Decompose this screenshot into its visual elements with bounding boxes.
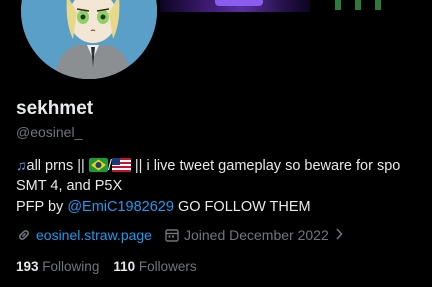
bio-line-1: ♫all prns || / || i live tweet gameplay … — [16, 155, 432, 176]
avatar[interactable] — [18, 0, 160, 82]
brazil-flag-icon — [88, 158, 108, 172]
bio-line-2: SMT 4, and P5X — [16, 178, 123, 194]
following-label: Following — [42, 259, 100, 274]
follow-stats: 193 Following 110 Followers — [16, 259, 197, 274]
mention-link[interactable]: @EmiC1982629 — [67, 199, 174, 215]
banner-shape — [375, 0, 381, 10]
bio-text: GO FOLLOW THEM — [173, 199, 311, 215]
avatar-illustration — [21, 0, 157, 79]
following-count: 193 — [16, 259, 39, 274]
website-link[interactable]: eosinel.straw.page — [36, 227, 152, 243]
following-link[interactable]: 193 Following — [16, 259, 99, 274]
profile-meta: eosinel.straw.page Joined December 2022 — [16, 227, 343, 243]
followers-link[interactable]: 110 Followers — [113, 259, 196, 274]
banner-shape — [335, 0, 341, 10]
joined-date[interactable]: Joined December 2022 — [184, 227, 329, 243]
display-name: sekhmet — [16, 98, 94, 119]
followers-label: Followers — [138, 259, 197, 274]
chevron-right-icon[interactable] — [335, 227, 343, 243]
bio-text: all prns || — [26, 158, 89, 174]
user-handle: @eosinel_ — [16, 124, 83, 140]
music-note-icon: ♫ — [16, 157, 27, 173]
us-flag-icon — [111, 158, 131, 172]
bio-text: PFP by — [16, 199, 68, 215]
calendar-icon — [164, 227, 180, 243]
banner-shape — [215, 0, 263, 6]
bio-line-3: PFP by @EmiC1982629 GO FOLLOW THEM — [16, 197, 432, 218]
followers-count: 110 — [113, 259, 136, 274]
bio-text: || i live tweet gameplay so beware for s… — [130, 158, 401, 174]
profile-bio: ♫all prns || / || i live tweet gameplay … — [16, 155, 432, 218]
banner-shape — [355, 0, 361, 10]
link-icon — [16, 227, 32, 243]
